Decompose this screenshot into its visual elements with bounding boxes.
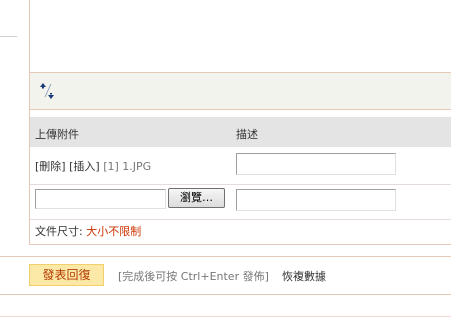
submit-bar: 發表回復 [完成後可按 Ctrl+Enter 發佈] 恢複數據 (0, 256, 451, 295)
shortcut-hint: [完成後可按 Ctrl+Enter 發佈] (118, 270, 269, 283)
file-size-info: 文件尺寸: 大小不限制 (35, 223, 141, 239)
delete-link[interactable]: [刪除] (35, 160, 66, 173)
attachment-index: [1] (103, 160, 119, 173)
insert-link[interactable]: [插入] (69, 160, 100, 173)
browse-button[interactable]: 瀏覽… (168, 188, 225, 208)
new-description-input[interactable] (236, 189, 396, 211)
resize-toggle-icon[interactable] (38, 81, 58, 101)
upload-attachment-heading: 上傳附件 (35, 128, 79, 141)
restore-data-link[interactable]: 恢複數據 (282, 268, 326, 284)
upload-row: 瀏覽… (30, 185, 451, 220)
file-path-input[interactable] (35, 189, 166, 209)
file-actions: [刪除] [插入] [1] 1.JPG (35, 158, 151, 174)
attachment-filename: 1.JPG (122, 160, 152, 173)
attachment-file-row: [刪除] [插入] [1] 1.JPG (30, 148, 451, 185)
sidebar-box (0, 0, 17, 37)
description-heading: 描述 (236, 128, 258, 141)
attachment-panel: 上傳附件 描述 [刪除] [插入] [1] 1.JPG 瀏覽… 文件尺寸: 大小… (29, 110, 451, 245)
file-size-row: 文件尺寸: 大小不限制 (30, 220, 451, 244)
attachment-header: 上傳附件 描述 (30, 117, 451, 147)
attachment-description-input[interactable] (236, 153, 396, 175)
file-size-limit: 大小不限制 (86, 225, 142, 238)
footer-divider (0, 316, 451, 317)
submit-reply-button[interactable]: 發表回復 (29, 264, 104, 286)
editor-resize-bar (29, 73, 451, 110)
editor-text-area[interactable] (29, 0, 451, 73)
file-size-label: 文件尺寸: (35, 225, 83, 238)
